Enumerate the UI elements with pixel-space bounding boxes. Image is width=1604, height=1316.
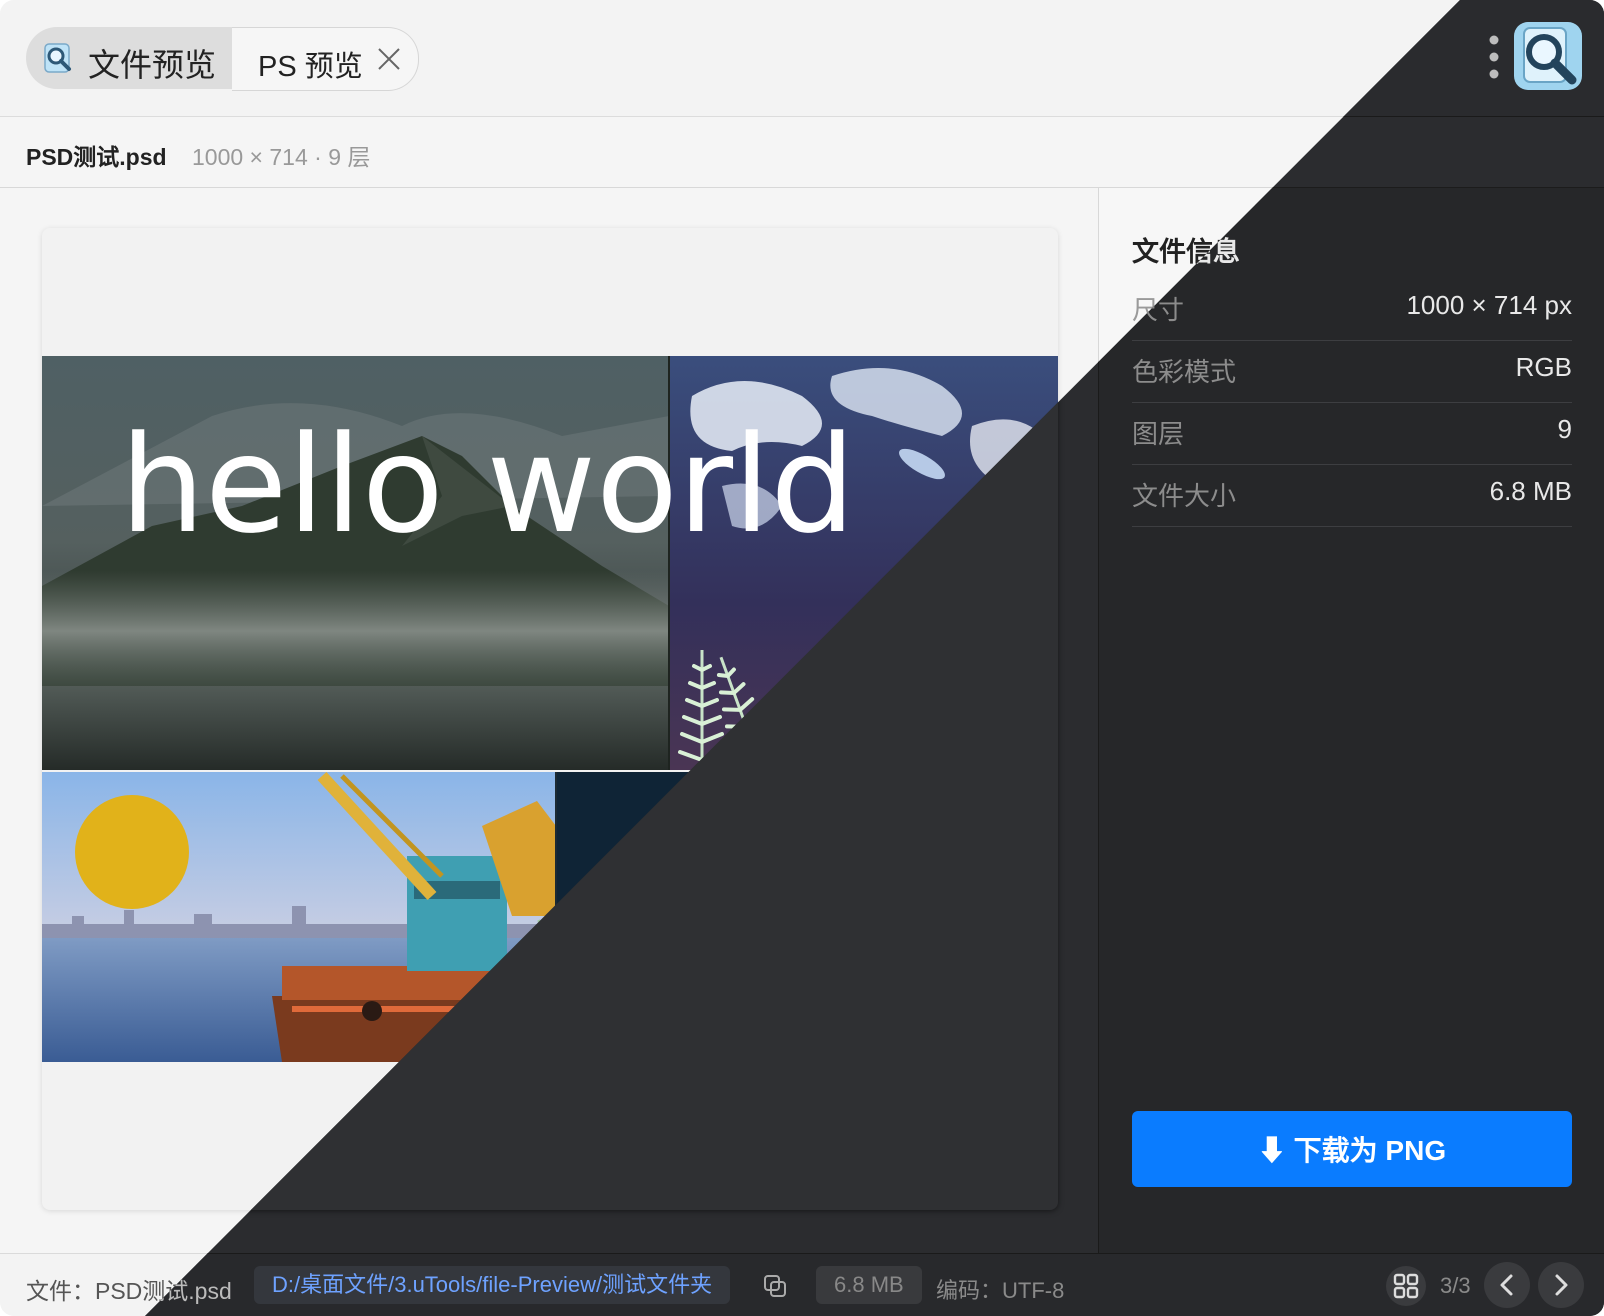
chevron-right-icon[interactable]	[1538, 1262, 1584, 1308]
psd-text-layer: hello world	[120, 407, 855, 563]
file-name: PSD测试.psd	[26, 144, 167, 170]
file-path-link[interactable]: D:/桌面文件/3.uTools/file-Preview/测试文件夹	[254, 1266, 731, 1304]
status-bar-dark: 文件：PSD测试.psd D:/桌面文件/3.uTools/file-Previ…	[145, 1253, 1604, 1316]
info-label: 色彩模式	[1132, 357, 1237, 387]
status-file-size: 6.8 MB	[816, 1266, 922, 1304]
tab-file-preview[interactable]: 文件预览	[26, 27, 248, 89]
info-row-layers: 图层 9	[1132, 402, 1572, 465]
info-value: 9	[1557, 414, 1572, 444]
info-sidebar-dark: 文件信息 尺寸 1000 × 714 px 色彩模式 RGB 图层 9 文件大小…	[1098, 188, 1604, 1253]
close-icon[interactable]	[374, 44, 404, 74]
tab-file-preview-label: 文件预览	[88, 47, 217, 83]
tab-ps-preview-label: PS 预览	[258, 51, 363, 83]
info-label: 图层	[1132, 419, 1185, 449]
download-png-button[interactable]: ⬇ 下载为 PNG	[1132, 1111, 1572, 1187]
magnifier-document-icon[interactable]	[1512, 20, 1584, 92]
copy-icon[interactable]	[762, 1273, 788, 1299]
info-value: 1000 × 714 px	[1406, 290, 1572, 320]
info-row-file-size: 文件大小 6.8 MB	[1132, 464, 1572, 527]
app-window: 文件预览 PS 预览 PSD测试.psd 1000 × 714 · 9 层 he…	[0, 0, 1604, 1316]
kebab-menu-icon[interactable]	[1488, 34, 1500, 80]
file-meta: 1000 × 714 · 9 层	[192, 144, 371, 170]
info-label: 文件大小	[1132, 481, 1237, 511]
info-row-dimensions: 尺寸 1000 × 714 px	[1132, 278, 1572, 341]
info-row-color-mode: 色彩模式 RGB	[1132, 340, 1572, 403]
tab-ps-preview[interactable]: PS 预览	[232, 27, 419, 91]
info-value: 6.8 MB	[1489, 476, 1572, 506]
grid-icon[interactable]	[1386, 1266, 1426, 1306]
chevron-left-icon[interactable]	[1484, 1262, 1530, 1308]
page-indicator: 3/3	[1440, 1273, 1471, 1298]
status-encoding: 编码：UTF-8	[936, 1278, 1065, 1303]
info-value: RGB	[1515, 352, 1572, 382]
magnifier-tab-icon	[42, 42, 74, 74]
